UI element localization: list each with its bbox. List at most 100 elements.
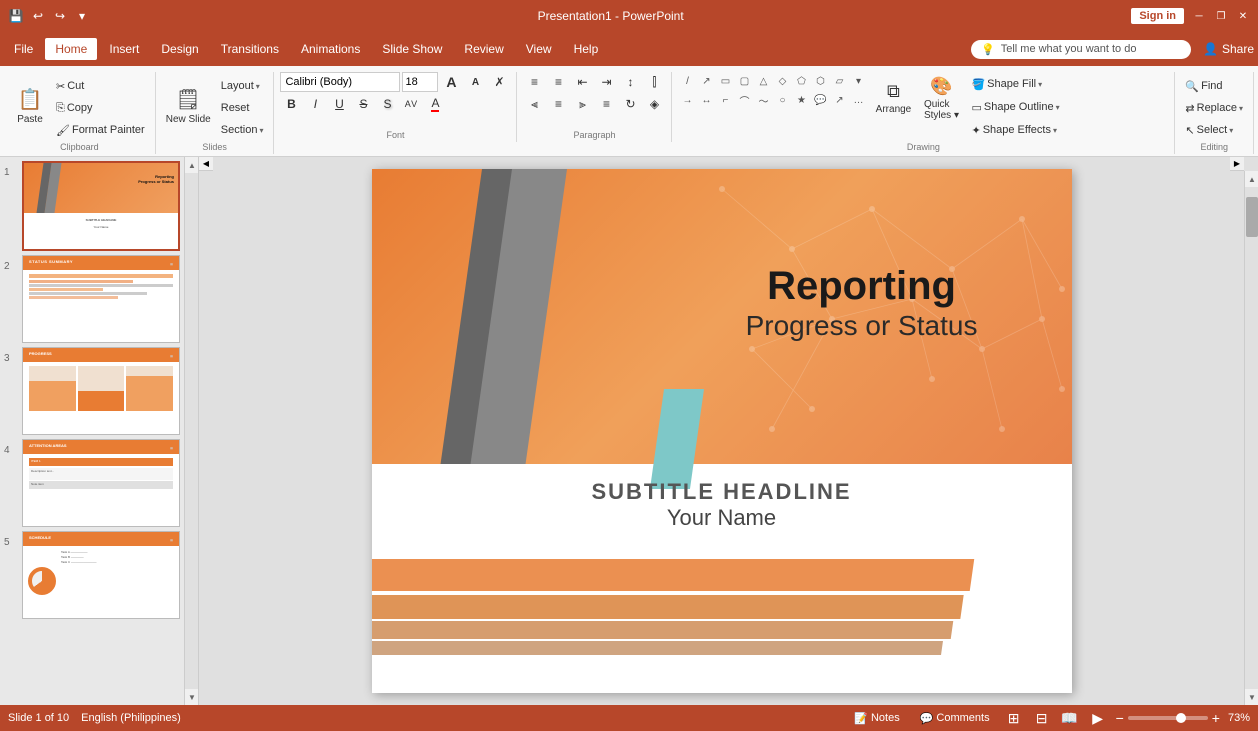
shape-rect[interactable]: ▭ <box>716 72 734 90</box>
reading-view-button[interactable]: 📖 <box>1060 709 1080 727</box>
slide-3-thumb[interactable]: PROGRESS <box>22 347 180 435</box>
close-button[interactable]: ✕ <box>1236 9 1250 23</box>
menu-item-home[interactable]: Home <box>45 38 97 60</box>
shape-pentagon[interactable]: ⬠ <box>792 72 810 90</box>
shape-oval[interactable]: ○ <box>773 91 791 109</box>
share-button[interactable]: 👤 Share <box>1203 42 1254 56</box>
scroll-up-right[interactable]: ▲ <box>1245 171 1258 187</box>
comments-button[interactable]: 💬 Comments <box>914 710 996 727</box>
menu-item-transitions[interactable]: Transitions <box>211 38 289 60</box>
shape-fill-button[interactable]: 🪣 Shape Fill ▾ <box>967 74 1063 94</box>
replace-button[interactable]: ⇄ Replace ▾ <box>1181 98 1247 118</box>
minimize-button[interactable]: ─ <box>1192 9 1206 23</box>
increase-indent-button[interactable]: ⇥ <box>595 72 617 92</box>
menu-item-insert[interactable]: Insert <box>99 38 149 60</box>
slide-1-thumb[interactable]: ReportingProgress or Status SUBTITLE HEA… <box>22 161 180 251</box>
canvas-area[interactable]: ▲ ▼ ◀ ▶ <box>185 157 1258 705</box>
slide-4-thumb[interactable]: ATTENTION AREAS ITEM 1 Description text.… <box>22 439 180 527</box>
shape-line[interactable]: / <box>678 72 696 90</box>
shape-hexagon[interactable]: ⬡ <box>811 72 829 90</box>
slideshow-button[interactable]: ▶ <box>1088 709 1108 727</box>
cut-button[interactable]: ✂ Cut <box>52 76 149 96</box>
add-columns-button[interactable]: ⫿ <box>643 72 665 92</box>
increase-font-button[interactable]: A <box>440 72 462 92</box>
text-direction-button[interactable]: ↻ <box>619 94 641 114</box>
zoom-thumb[interactable] <box>1176 713 1186 723</box>
shape-star[interactable]: ★ <box>792 91 810 109</box>
slide-lower-section[interactable]: SUBTITLE HEADLINE Your Name <box>372 479 1072 531</box>
shape-callout[interactable]: 💬 <box>811 91 829 109</box>
zoom-slider[interactable] <box>1128 716 1208 720</box>
menu-item-view[interactable]: View <box>516 38 562 60</box>
slide-5-thumb[interactable]: SCHEDULE Task A ──────── Task B ────── T… <box>22 531 180 619</box>
decrease-indent-button[interactable]: ⇤ <box>571 72 593 92</box>
menu-item-help[interactable]: Help <box>564 38 609 60</box>
menu-item-file[interactable]: File <box>4 38 43 60</box>
font-color-button[interactable]: A <box>424 94 446 114</box>
text-shadow-button[interactable]: S <box>376 94 398 114</box>
align-center-button[interactable]: ≡ <box>547 94 569 114</box>
shape-arrow[interactable]: → <box>678 91 696 109</box>
shape-more[interactable]: ▾ <box>849 72 867 90</box>
scroll-up-left[interactable]: ▲ <box>185 157 199 173</box>
reset-button[interactable]: Reset <box>217 98 268 118</box>
paste-button[interactable]: 📋 Paste <box>10 80 50 132</box>
justify-button[interactable]: ≡ <box>595 94 617 114</box>
shape-more2[interactable]: … <box>849 91 867 109</box>
align-left-button[interactable]: ⫷ <box>523 94 545 114</box>
scroll-down-left[interactable]: ▼ <box>185 689 199 705</box>
restore-button[interactable]: ❐ <box>1214 9 1228 23</box>
clear-format-button[interactable]: ✗ <box>488 72 510 92</box>
tell-me-input[interactable]: 💡 Tell me what you want to do <box>971 40 1191 59</box>
shape-arrow2[interactable]: ↔ <box>697 91 715 109</box>
shape-line2[interactable]: ↗ <box>697 72 715 90</box>
format-painter-button[interactable]: 🖌 Format Painter <box>52 120 149 140</box>
slide-canvas[interactable]: Reporting Progress or Status SUBTITLE HE… <box>372 169 1072 693</box>
arrange-button[interactable]: ⧉ Arrange <box>871 72 915 124</box>
slide-panel[interactable]: 1 ReportingProgress or Status SUBTITLE H… <box>0 157 185 705</box>
notes-button[interactable]: 📝 Notes <box>848 710 905 727</box>
bold-button[interactable]: B <box>280 94 302 114</box>
menu-item-design[interactable]: Design <box>151 38 208 60</box>
numbered-list-button[interactable]: ≡ <box>547 72 569 92</box>
scroll-right-btn[interactable]: ▶ <box>1230 157 1244 171</box>
sign-in-button[interactable]: Sign in <box>1131 8 1184 24</box>
menu-item-slideshow[interactable]: Slide Show <box>372 38 452 60</box>
zoom-minus-button[interactable]: − <box>1116 711 1124 725</box>
scroll-thumb[interactable] <box>1246 197 1258 237</box>
save-icon[interactable]: 💾 <box>8 8 24 24</box>
decrease-font-button[interactable]: A <box>464 72 486 92</box>
line-spacing-button[interactable]: ↕ <box>619 72 641 92</box>
new-slide-button[interactable]: 🗒 New Slide <box>162 80 215 132</box>
shape-connector[interactable]: ↗ <box>830 91 848 109</box>
shape-outline-button[interactable]: ▭ Shape Outline ▾ <box>967 97 1063 117</box>
strikethrough-button[interactable]: S <box>352 94 374 114</box>
font-name-input[interactable] <box>280 72 400 92</box>
bullet-list-button[interactable]: ≡ <box>523 72 545 92</box>
quick-styles-button[interactable]: 🎨 QuickStyles ▾ <box>919 72 963 124</box>
shape-triangle[interactable]: △ <box>754 72 772 90</box>
section-button[interactable]: Section ▾ <box>217 120 268 140</box>
shape-elbow[interactable]: ⌐ <box>716 91 734 109</box>
slidesorter-button[interactable]: ⊟ <box>1032 709 1052 727</box>
underline-button[interactable]: U <box>328 94 350 114</box>
menu-item-animations[interactable]: Animations <box>291 38 370 60</box>
convert-smartart-button[interactable]: ◈ <box>643 94 665 114</box>
shape-diamond[interactable]: ◇ <box>773 72 791 90</box>
undo-icon[interactable]: ↩ <box>30 8 46 24</box>
slide-main-title-area[interactable]: Reporting Progress or Status <box>672 264 1052 344</box>
italic-button[interactable]: I <box>304 94 326 114</box>
menu-item-review[interactable]: Review <box>454 38 513 60</box>
shape-effects-button[interactable]: ✦ Shape Effects ▾ <box>967 120 1063 140</box>
layout-button[interactable]: Layout ▾ <box>217 76 268 96</box>
shape-curve[interactable]: 〜 <box>754 91 772 109</box>
shape-round-rect[interactable]: ▢ <box>735 72 753 90</box>
redo-icon[interactable]: ↪ <box>52 8 68 24</box>
char-spacing-button[interactable]: AV <box>400 94 422 114</box>
normal-view-button[interactable]: ⊞ <box>1004 709 1024 727</box>
shape-freeform[interactable]: ⌒ <box>735 91 753 109</box>
find-button[interactable]: 🔍 Find <box>1181 76 1247 96</box>
customize-qat-icon[interactable]: ▾ <box>74 8 90 24</box>
copy-button[interactable]: ⎘ Copy <box>52 98 149 118</box>
scroll-down-right[interactable]: ▼ <box>1245 689 1258 705</box>
